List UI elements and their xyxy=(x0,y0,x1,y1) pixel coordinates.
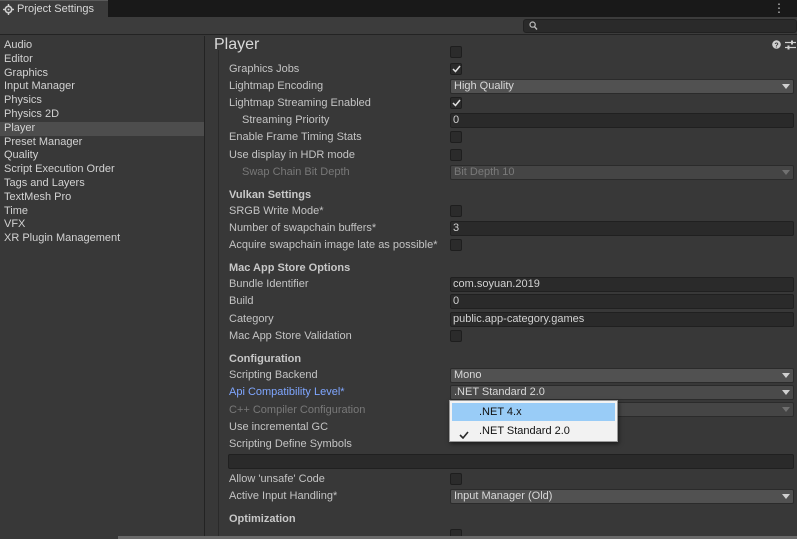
sidebar-item-input-manager[interactable]: Input Manager xyxy=(0,80,204,94)
api-compatibility-label: Api Compatibility Level* xyxy=(229,386,345,398)
sidebar-item-player[interactable]: Player xyxy=(0,121,204,136)
popup-option-label: .NET 4.x xyxy=(479,406,522,418)
streaming-priority-label: Streaming Priority xyxy=(242,114,330,126)
chevron-down-icon xyxy=(782,407,790,412)
vulkan-settings-header: Vulkan Settings xyxy=(229,189,312,201)
sidebar-item-tags-and-layers[interactable]: Tags and Layers xyxy=(0,177,204,191)
search-icon xyxy=(529,21,538,34)
mac-app-store-validation-label: Mac App Store Validation xyxy=(229,330,352,342)
chevron-down-icon xyxy=(782,390,790,395)
page-title: Player xyxy=(214,36,260,53)
title-bar: Project Settings ⋮ xyxy=(0,0,797,17)
gear-icon xyxy=(3,3,14,15)
mac-app-store-header: Mac App Store Options xyxy=(229,262,351,274)
swap-chain-value: Bit Depth 10 xyxy=(454,166,515,178)
hdr-checkbox[interactable] xyxy=(450,149,462,161)
api-compatibility-value: .NET Standard 2.0 xyxy=(454,386,545,398)
window-menu-icon[interactable]: ⋮ xyxy=(773,1,785,15)
lightmap-encoding-value: High Quality xyxy=(454,80,514,92)
scripting-backend-dropdown[interactable]: Mono xyxy=(450,368,794,383)
swap-chain-dropdown: Bit Depth 10 xyxy=(450,165,794,180)
scripting-backend-value: Mono xyxy=(454,369,482,381)
player-settings-panel: Player ? Graphics Jobs Lightmap Encoding… xyxy=(206,36,797,539)
lightmap-streaming-label: Lightmap Streaming Enabled xyxy=(229,97,371,109)
acquire-swapchain-checkbox[interactable] xyxy=(450,239,462,251)
popup-option-label: .NET Standard 2.0 xyxy=(479,425,570,437)
sidebar-item-textmesh-pro[interactable]: TextMesh Pro xyxy=(0,191,204,205)
frame-timing-checkbox[interactable] xyxy=(450,131,462,143)
sidebar-item-xr-plugin-management[interactable]: XR Plugin Management xyxy=(0,232,204,246)
streaming-priority-field[interactable]: 0 xyxy=(450,113,794,128)
chevron-down-icon xyxy=(782,170,790,175)
api-compatibility-popup: .NET 4.x .NET Standard 2.0 xyxy=(449,400,618,442)
sidebar-item-quality[interactable]: Quality xyxy=(0,149,204,163)
configuration-header: Configuration xyxy=(229,353,302,365)
sidebar-item-audio[interactable]: Audio xyxy=(0,39,204,53)
frame-timing-label: Enable Frame Timing Stats xyxy=(229,131,362,143)
build-field[interactable]: 0 xyxy=(450,294,794,309)
acquire-swapchain-label: Acquire swapchain image late as possible… xyxy=(229,239,438,251)
popup-option-net-4x[interactable]: .NET 4.x xyxy=(452,403,615,421)
scripting-define-symbols-label: Scripting Define Symbols xyxy=(229,438,352,450)
preset-settings-icon[interactable] xyxy=(785,40,796,53)
category-label: Category xyxy=(229,313,274,325)
toolbar xyxy=(0,17,797,35)
indent-guide xyxy=(218,50,219,539)
sidebar-item-graphics[interactable]: Graphics xyxy=(0,67,204,81)
sidebar-item-time[interactable]: Time xyxy=(0,205,204,219)
srgb-write-mode-checkbox[interactable] xyxy=(450,205,462,217)
settings-sidebar: Audio Editor Graphics Input Manager Phys… xyxy=(0,36,205,539)
help-icon[interactable]: ? xyxy=(772,40,781,52)
hdr-label: Use display in HDR mode xyxy=(229,149,355,161)
lightmap-streaming-checkbox[interactable] xyxy=(450,97,462,109)
swap-chain-label: Swap Chain Bit Depth xyxy=(242,166,350,178)
scripting-backend-label: Scripting Backend xyxy=(229,369,318,381)
checkmark-icon xyxy=(459,427,469,445)
scripting-define-symbols-field[interactable] xyxy=(228,454,794,469)
graphics-jobs-checkbox[interactable] xyxy=(450,63,462,75)
sidebar-item-preset-manager[interactable]: Preset Manager xyxy=(0,136,204,150)
api-compatibility-dropdown[interactable]: .NET Standard 2.0 xyxy=(450,385,794,400)
cpp-compiler-label: C++ Compiler Configuration xyxy=(229,404,366,416)
svg-text:?: ? xyxy=(774,42,778,49)
search-input[interactable] xyxy=(523,19,797,33)
sidebar-item-script-execution-order[interactable]: Script Execution Order xyxy=(0,163,204,177)
graphics-jobs-label: Graphics Jobs xyxy=(229,63,300,75)
project-settings-tab[interactable]: Project Settings xyxy=(0,0,108,17)
partial-checkbox[interactable] xyxy=(450,46,462,58)
bundle-identifier-field[interactable]: com.soyuan.2019 xyxy=(450,277,794,292)
sidebar-item-vfx[interactable]: VFX xyxy=(0,218,204,232)
incremental-gc-label: Use incremental GC xyxy=(229,421,329,433)
lightmap-encoding-dropdown[interactable]: High Quality xyxy=(450,79,794,94)
sidebar-item-editor[interactable]: Editor xyxy=(0,53,204,67)
allow-unsafe-code-checkbox[interactable] xyxy=(450,473,462,485)
active-input-handling-label: Active Input Handling* xyxy=(229,490,338,502)
swapchain-buffers-label: Number of swapchain buffers* xyxy=(229,222,377,234)
chevron-down-icon xyxy=(782,84,790,89)
tab-title: Project Settings xyxy=(17,3,95,15)
active-input-handling-dropdown[interactable]: Input Manager (Old) xyxy=(450,489,794,504)
chevron-down-icon xyxy=(782,494,790,499)
srgb-write-mode-label: SRGB Write Mode* xyxy=(229,205,324,217)
optimization-header: Optimization xyxy=(229,513,296,525)
category-field[interactable]: public.app-category.games xyxy=(450,312,794,327)
chevron-down-icon xyxy=(782,373,790,378)
checkmark-icon xyxy=(452,99,461,107)
checkmark-icon xyxy=(452,65,461,73)
sidebar-item-physics[interactable]: Physics xyxy=(0,94,204,108)
lightmap-encoding-label: Lightmap Encoding xyxy=(229,80,324,92)
active-input-handling-value: Input Manager (Old) xyxy=(454,490,553,502)
build-label: Build xyxy=(229,295,254,307)
bundle-identifier-label: Bundle Identifier xyxy=(229,278,309,290)
allow-unsafe-code-label: Allow 'unsafe' Code xyxy=(229,473,325,485)
popup-option-net-standard[interactable]: .NET Standard 2.0 xyxy=(452,422,615,440)
sidebar-item-physics-2d[interactable]: Physics 2D xyxy=(0,108,204,122)
mac-app-store-validation-checkbox[interactable] xyxy=(450,330,462,342)
swapchain-buffers-field[interactable]: 3 xyxy=(450,221,794,236)
